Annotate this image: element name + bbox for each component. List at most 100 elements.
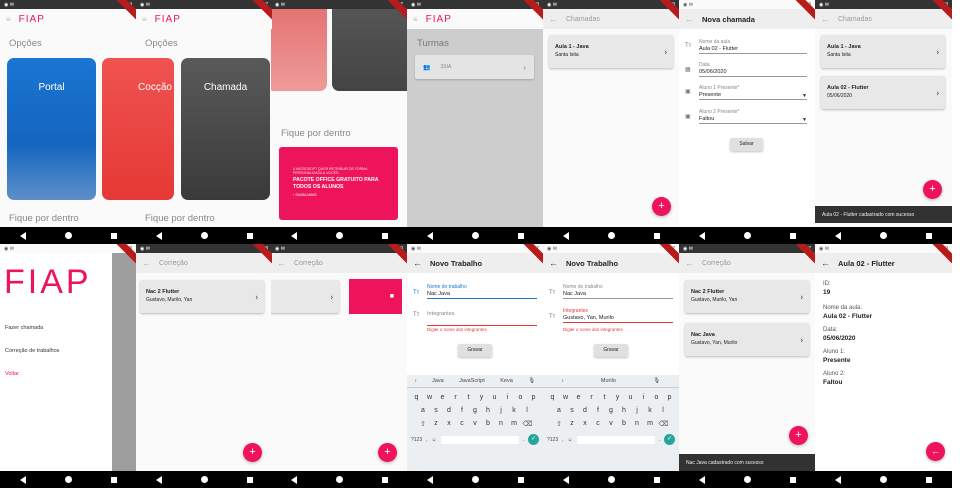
tile-portal[interactable]: Portal — [7, 58, 96, 200]
tile-coccao-partial[interactable] — [102, 58, 136, 200]
nav-back-icon[interactable] — [698, 231, 705, 240]
nav-recent-icon[interactable] — [246, 476, 253, 483]
key[interactable]: e — [574, 394, 583, 401]
chevron-icon[interactable]: › — [562, 378, 564, 384]
keyboard[interactable]: › Java JavaScript Keva 🎙 qwertyuiop asdf… — [407, 375, 543, 471]
key[interactable]: k — [646, 407, 655, 414]
nav-home-icon[interactable] — [200, 476, 208, 483]
back-arrow-icon[interactable]: ← — [142, 258, 151, 268]
integrantes-field[interactable]: Integrantes — [427, 311, 537, 326]
nav-back-icon[interactable] — [562, 231, 569, 240]
mic-icon[interactable]: 🎙 — [528, 378, 535, 384]
space-key[interactable] — [576, 435, 655, 444]
nav-back-icon[interactable] — [19, 231, 26, 240]
key[interactable]: l — [659, 407, 668, 414]
key[interactable]: k — [510, 407, 519, 414]
tile-chamada[interactable]: Chamada — [181, 58, 270, 200]
nav-home-icon[interactable] — [335, 232, 343, 239]
nav-recent-icon[interactable] — [110, 232, 117, 239]
promo-cta[interactable]: › SAIBA MAIS — [293, 193, 384, 197]
key[interactable]: q — [412, 394, 421, 401]
key[interactable]: a — [419, 407, 428, 414]
emoji-icon[interactable]: ☺ — [568, 437, 573, 443]
aluno1-select[interactable]: Aluno 1 Presente* Presente ▼ — [699, 85, 807, 100]
nav-recent-icon[interactable] — [246, 232, 253, 239]
nav-home-icon[interactable] — [607, 476, 615, 483]
tile-chamada-image[interactable] — [332, 9, 407, 91]
data-field[interactable]: Data 05/06/2020 — [699, 62, 807, 77]
nav-back-icon[interactable] — [834, 231, 841, 240]
trabalho-item-1[interactable]: Nac 2 Flutter Gustavo, Murilo, Yan › — [140, 280, 264, 313]
back-arrow-icon[interactable]: ← — [413, 258, 422, 268]
nav-back-icon[interactable] — [562, 475, 569, 484]
nav-home-icon[interactable] — [607, 232, 615, 239]
trabalho-item-swiped[interactable]: › — [271, 280, 339, 313]
enter-check-icon[interactable]: ✓ — [664, 434, 675, 445]
gravar-button[interactable]: Gravar — [594, 344, 628, 357]
shift-icon[interactable]: ⇧ — [419, 420, 428, 428]
symbols-key[interactable]: ?123 — [411, 437, 422, 443]
trabalho-item-1[interactable]: Nac 2 Flutter Gustavo, Murilo, Yan › — [685, 280, 809, 313]
key[interactable]: j — [497, 407, 506, 414]
key[interactable]: r — [587, 394, 596, 401]
key[interactable]: m — [646, 420, 655, 428]
key[interactable]: z — [432, 420, 441, 428]
menu-icon[interactable]: ≡ — [142, 15, 147, 24]
delete-background[interactable]: ■ — [349, 279, 402, 314]
nav-home-icon[interactable] — [743, 476, 751, 483]
nav-back-icon[interactable] — [19, 475, 26, 484]
integrantes-field[interactable]: Integrantes Gustavo, Yan, Murilo — [563, 308, 673, 323]
nav-home-icon[interactable] — [471, 476, 479, 483]
key[interactable]: a — [555, 407, 564, 414]
nav-home-icon[interactable] — [200, 232, 208, 239]
key[interactable]: r — [451, 394, 460, 401]
key[interactable]: b — [484, 420, 493, 428]
nav-back-icon[interactable] — [155, 475, 162, 484]
backspace-icon[interactable]: ⌫ — [659, 420, 669, 428]
nav-recent-icon[interactable] — [110, 476, 117, 483]
period-key[interactable]: . — [659, 437, 660, 443]
key[interactable]: w — [561, 394, 570, 401]
nav-home-icon[interactable] — [743, 232, 751, 239]
key[interactable]: d — [445, 407, 454, 414]
nav-home-icon[interactable] — [64, 476, 72, 483]
key[interactable]: w — [425, 394, 434, 401]
key[interactable]: c — [458, 420, 467, 428]
nome-trabalho-field[interactable]: Nome do trabalho Nac Java — [563, 284, 673, 299]
gravar-button[interactable]: Gravar — [458, 344, 492, 357]
add-fab[interactable]: + — [652, 197, 671, 216]
comma-key[interactable]: , — [562, 437, 563, 443]
keyboard[interactable]: › Murilo 🎙 qwertyuiop asdfghjkl ⇧ zxcvbn… — [543, 375, 679, 471]
chamada-item-1[interactable]: Aula 1 - Java Santa Isita › — [821, 35, 945, 68]
nav-home-icon[interactable] — [879, 476, 887, 483]
key[interactable]: n — [497, 420, 506, 428]
add-fab[interactable]: + — [378, 443, 397, 462]
suggestion[interactable]: Java — [432, 378, 444, 384]
key[interactable]: t — [600, 394, 609, 401]
key[interactable]: o — [516, 394, 525, 401]
chamada-item-2[interactable]: Aula 02 - Flutter 05/06/2020 › — [821, 76, 945, 109]
key[interactable]: u — [626, 394, 635, 401]
nome-aula-field[interactable]: Nome da aula Aula 02 - Flutter — [699, 39, 807, 54]
nav-recent-icon[interactable] — [517, 476, 524, 483]
key[interactable]: q — [548, 394, 557, 401]
nav-recent-icon[interactable] — [926, 476, 933, 483]
comma-key[interactable]: , — [426, 437, 427, 443]
key[interactable]: p — [529, 394, 538, 401]
nav-back-icon[interactable] — [834, 475, 841, 484]
add-fab[interactable]: + — [923, 180, 942, 199]
mic-icon[interactable]: 🎙 — [653, 378, 660, 384]
symbols-key[interactable]: ?123 — [547, 437, 558, 443]
key[interactable]: o — [652, 394, 661, 401]
key[interactable]: c — [594, 420, 603, 428]
period-key[interactable]: . — [523, 437, 524, 443]
back-arrow-icon[interactable]: ← — [277, 258, 286, 268]
key[interactable]: x — [581, 420, 590, 428]
key[interactable]: j — [633, 407, 642, 414]
chevron-icon[interactable]: › — [415, 378, 417, 384]
key[interactable]: m — [510, 420, 519, 428]
space-key[interactable] — [440, 435, 519, 444]
key[interactable]: h — [484, 407, 493, 414]
key[interactable]: s — [432, 407, 441, 414]
aluno2-select[interactable]: Aluno 2 Presente* Faltou ▼ — [699, 109, 807, 124]
